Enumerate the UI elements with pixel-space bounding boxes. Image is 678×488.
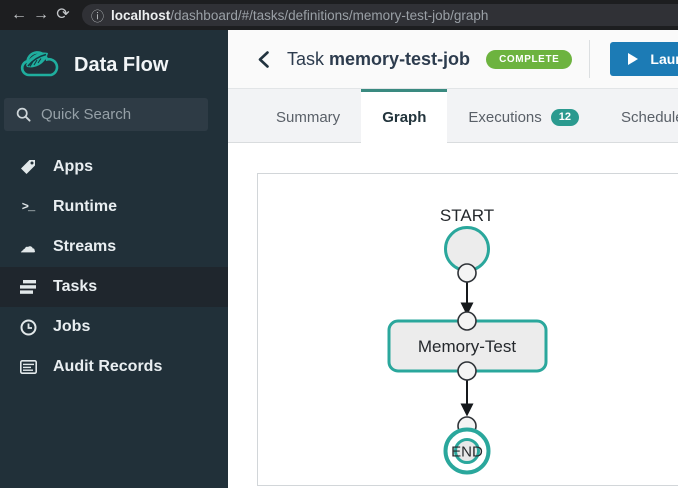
tag-icon <box>18 157 38 177</box>
tab-graph[interactable]: Graph <box>361 89 447 143</box>
executions-count-badge: 12 <box>551 109 579 126</box>
sidebar-item-label: Streams <box>53 238 116 256</box>
tab-executions[interactable]: Executions 12 <box>447 89 600 142</box>
url-path: /dashboard/#/tasks/definitions/memory-te… <box>170 8 488 23</box>
records-icon <box>18 357 38 377</box>
tab-bar: Summary Graph Executions 12 Schedules <box>228 89 678 143</box>
tab-label: Graph <box>382 109 426 126</box>
main-panel: Task memory-test-job COMPLETE Launch Sum… <box>228 30 678 488</box>
sidebar-item-streams[interactable]: ☁ Streams <box>0 227 228 267</box>
tab-label: Schedules <box>621 109 678 126</box>
url-text: localhost/dashboard/#/tasks/definitions/… <box>111 8 488 23</box>
tab-summary[interactable]: Summary <box>255 89 361 142</box>
tab-label: Summary <box>276 109 340 126</box>
end-node-label: END <box>451 444 483 461</box>
launch-button[interactable]: Launch <box>610 42 678 76</box>
tab-label: Executions <box>468 109 541 126</box>
sidebar-item-tasks[interactable]: Tasks <box>0 267 228 307</box>
port-task-out <box>458 362 476 380</box>
url-host: localhost <box>111 8 170 23</box>
clock-icon <box>18 317 38 337</box>
task-graph: START Memory-Test <box>258 174 678 487</box>
sidebar-item-label: Apps <box>53 158 93 176</box>
content-area: START Memory-Test <box>228 143 678 488</box>
search-icon <box>16 107 31 122</box>
sidebar-item-label: Jobs <box>53 318 90 336</box>
title-prefix: Task <box>287 49 324 69</box>
brand-name: Data Flow <box>74 54 168 77</box>
port-start-out <box>458 264 476 282</box>
browser-reload-icon[interactable]: ⟳ <box>52 0 74 30</box>
graph-canvas[interactable]: START Memory-Test <box>257 173 678 486</box>
sidebar-item-audit-records[interactable]: Audit Records <box>0 347 228 387</box>
sidebar-item-apps[interactable]: Apps <box>0 147 228 187</box>
site-info-icon[interactable]: ⓘ <box>91 6 104 25</box>
browser-back-icon[interactable]: ← <box>8 0 30 30</box>
sidebar: Data Flow Apps >_ Runtime <box>0 30 228 488</box>
back-button[interactable] <box>258 51 269 67</box>
quick-search[interactable] <box>4 98 208 131</box>
task-node-label: Memory-Test <box>418 337 517 356</box>
arrowhead-icon <box>461 404 474 417</box>
tasks-icon <box>18 277 38 297</box>
brand: Data Flow <box>0 30 228 86</box>
sidebar-item-jobs[interactable]: Jobs <box>0 307 228 347</box>
sidebar-item-runtime[interactable]: >_ Runtime <box>0 187 228 227</box>
search-input[interactable] <box>41 106 191 123</box>
dataflow-logo-icon <box>18 49 60 81</box>
address-bar[interactable]: ⓘ localhost/dashboard/#/tasks/definition… <box>82 4 678 26</box>
sidebar-item-label: Tasks <box>53 278 97 296</box>
browser-forward-icon[interactable]: → <box>30 0 52 30</box>
start-node-label: START <box>440 206 494 225</box>
sidebar-item-label: Runtime <box>53 198 117 216</box>
page-header: Task memory-test-job COMPLETE Launch <box>228 30 678 89</box>
page-title: Task memory-test-job <box>287 49 470 70</box>
cloud-icon: ☁ <box>18 237 38 257</box>
launch-label: Launch <box>650 51 678 67</box>
browser-chrome: ← → ⟳ ⓘ localhost/dashboard/#/tasks/defi… <box>0 0 678 30</box>
terminal-icon: >_ <box>18 197 38 217</box>
port-task-in <box>458 312 476 330</box>
chevron-left-icon <box>258 51 269 68</box>
status-badge: COMPLETE <box>486 50 572 69</box>
play-icon <box>628 53 638 65</box>
header-divider <box>589 40 590 78</box>
sidebar-item-label: Audit Records <box>53 358 162 376</box>
task-name: memory-test-job <box>329 49 470 69</box>
tab-schedules[interactable]: Schedules <box>600 89 678 142</box>
sidebar-nav: Apps >_ Runtime ☁ Streams Tasks <box>0 147 228 387</box>
